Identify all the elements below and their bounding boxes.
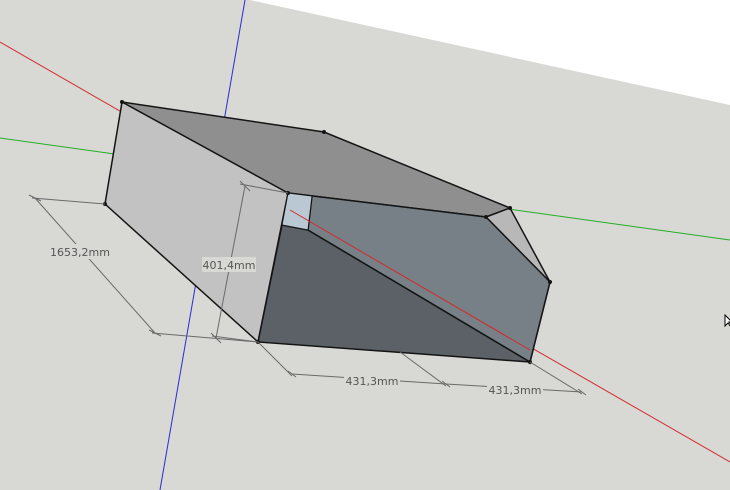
dimension-width-b-label[interactable]: 431,3mm — [489, 384, 542, 397]
dimension-height-label[interactable]: 401,4mm — [203, 259, 256, 272]
dimension-depth-label[interactable]: 1653,2mm — [50, 246, 110, 259]
dimension-extension-line — [151, 332, 259, 343]
model-scene[interactable]: 1653,2mm 401,4mm 431,3mm 431,3mm — [0, 0, 730, 490]
sky-background — [250, 0, 730, 105]
dimension-extension-line — [257, 341, 293, 377]
vertex — [508, 206, 512, 210]
vertex — [322, 130, 326, 134]
sketchup-3d-viewport[interactable]: 1653,2mm 401,4mm 431,3mm 431,3mm — [0, 0, 730, 490]
mouse-pointer-icon — [724, 314, 730, 328]
dimension-width-a-label[interactable]: 431,3mm — [346, 375, 399, 388]
dimension-extension-line — [399, 351, 447, 387]
vertex — [120, 100, 124, 104]
dimension-tick — [148, 329, 162, 337]
dimension-tick — [28, 194, 42, 202]
vertex — [484, 215, 488, 219]
dimension-extension-line — [31, 197, 106, 205]
opening-highlight — [281, 192, 313, 231]
vertex — [548, 280, 552, 284]
